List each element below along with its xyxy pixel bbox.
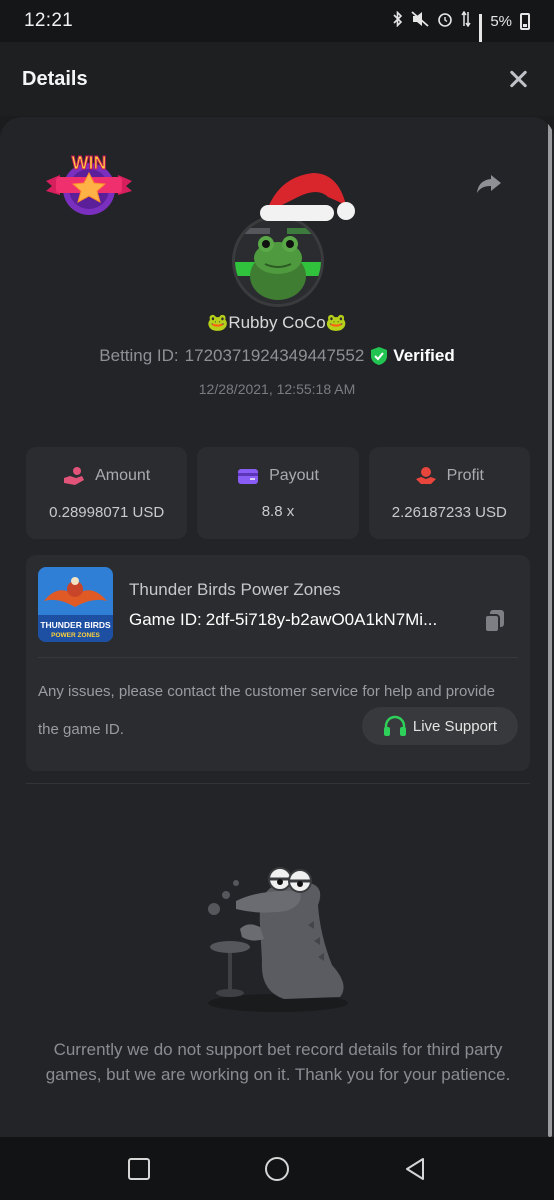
stats-row: Amount 0.28998071 USD Payout 8.8 x Profi… bbox=[26, 447, 530, 539]
mute-icon bbox=[411, 11, 429, 31]
system-nav-bar bbox=[0, 1137, 554, 1200]
share-icon[interactable] bbox=[474, 169, 504, 199]
stat-amount: Amount 0.28998071 USD bbox=[26, 447, 188, 539]
page-title: Details bbox=[22, 67, 88, 90]
close-button[interactable] bbox=[504, 65, 532, 93]
betting-id-label: Betting ID: bbox=[99, 346, 179, 365]
scrollbar[interactable] bbox=[548, 117, 552, 1137]
win-badge-text: WIN bbox=[72, 153, 107, 173]
stat-profit: Profit 2.26187233 USD bbox=[368, 447, 530, 539]
thunder-birds-thumbnail-icon: THUNDER BIRDS POWER ZONES bbox=[38, 567, 113, 642]
home-icon bbox=[265, 1156, 289, 1181]
crocodile-illustration-icon bbox=[208, 867, 348, 1012]
back-icon bbox=[406, 1157, 424, 1180]
stat-label: Amount bbox=[95, 466, 151, 484]
divider bbox=[38, 657, 518, 658]
verified-shield-icon bbox=[371, 347, 388, 365]
status-icons: 5% bbox=[393, 10, 530, 49]
back-button[interactable] bbox=[400, 1154, 430, 1184]
game-id-row: Game ID: 2df-5i718y-b2awO0A1kN7Mi... bbox=[129, 610, 466, 630]
details-sheet[interactable]: WIN 🐸Rubby CoCo🐸 Betting ID: 17203719243… bbox=[0, 117, 554, 1137]
profit-hand-icon bbox=[415, 466, 436, 484]
recents-icon bbox=[128, 1157, 150, 1180]
stat-value: 0.28998071 USD bbox=[49, 503, 165, 521]
stat-value: 2.26187233 USD bbox=[391, 503, 507, 521]
game-id-value: 2df-5i718y-b2awO0A1kN7Mi... bbox=[205, 610, 438, 629]
username: 🐸Rubby CoCo🐸 bbox=[207, 313, 347, 332]
stat-value: 8.8 x bbox=[261, 502, 295, 520]
recents-button[interactable] bbox=[124, 1154, 154, 1184]
thumb-title: THUNDER BIRDS bbox=[40, 620, 111, 630]
game-name: Thunder Birds Power Zones bbox=[129, 580, 341, 599]
game-id-label: Game ID: bbox=[129, 610, 202, 629]
live-support-label: Live Support bbox=[412, 717, 498, 735]
verified-badge: Verified bbox=[370, 346, 455, 366]
game-thumbnail[interactable]: THUNDER BIRDS POWER ZONES bbox=[38, 567, 113, 642]
santa-hat-icon bbox=[260, 173, 355, 221]
live-support-button[interactable]: Live Support bbox=[362, 707, 518, 745]
bet-datetime: 12/28/2021, 12:55:18 AM bbox=[198, 381, 356, 397]
copy-icon[interactable] bbox=[484, 609, 506, 633]
verified-label: Verified bbox=[393, 346, 455, 365]
wallet-icon bbox=[238, 468, 259, 484]
betting-id-row: Betting ID: 1720371924349447552 Verified bbox=[0, 346, 554, 366]
hand-coins-icon bbox=[64, 466, 85, 485]
data-transfer-icon bbox=[461, 10, 471, 31]
alarm-icon bbox=[437, 11, 453, 31]
win-badge-icon: WIN bbox=[46, 153, 132, 215]
headset-icon bbox=[383, 715, 406, 736]
signal-icon bbox=[479, 13, 483, 49]
stat-label: Payout bbox=[269, 466, 319, 484]
battery-icon bbox=[520, 12, 530, 30]
divider bbox=[26, 783, 530, 784]
status-time: 12:21 bbox=[24, 10, 74, 31]
bluetooth-icon bbox=[393, 10, 403, 31]
details-header: Details bbox=[0, 42, 554, 116]
betting-id-value: 1720371924349447552 bbox=[184, 346, 365, 365]
battery-percent: 5% bbox=[490, 12, 512, 30]
thumb-subtitle: POWER ZONES bbox=[51, 632, 100, 639]
game-card: THUNDER BIRDS POWER ZONES Thunder Birds … bbox=[26, 555, 530, 771]
home-button[interactable] bbox=[262, 1154, 292, 1184]
stat-label: Profit bbox=[446, 466, 484, 484]
status-bar: 12:21 5% bbox=[0, 0, 554, 49]
stat-payout: Payout 8.8 x bbox=[197, 447, 359, 539]
unsupported-message: Currently we do not support bet record d… bbox=[45, 1040, 511, 1084]
